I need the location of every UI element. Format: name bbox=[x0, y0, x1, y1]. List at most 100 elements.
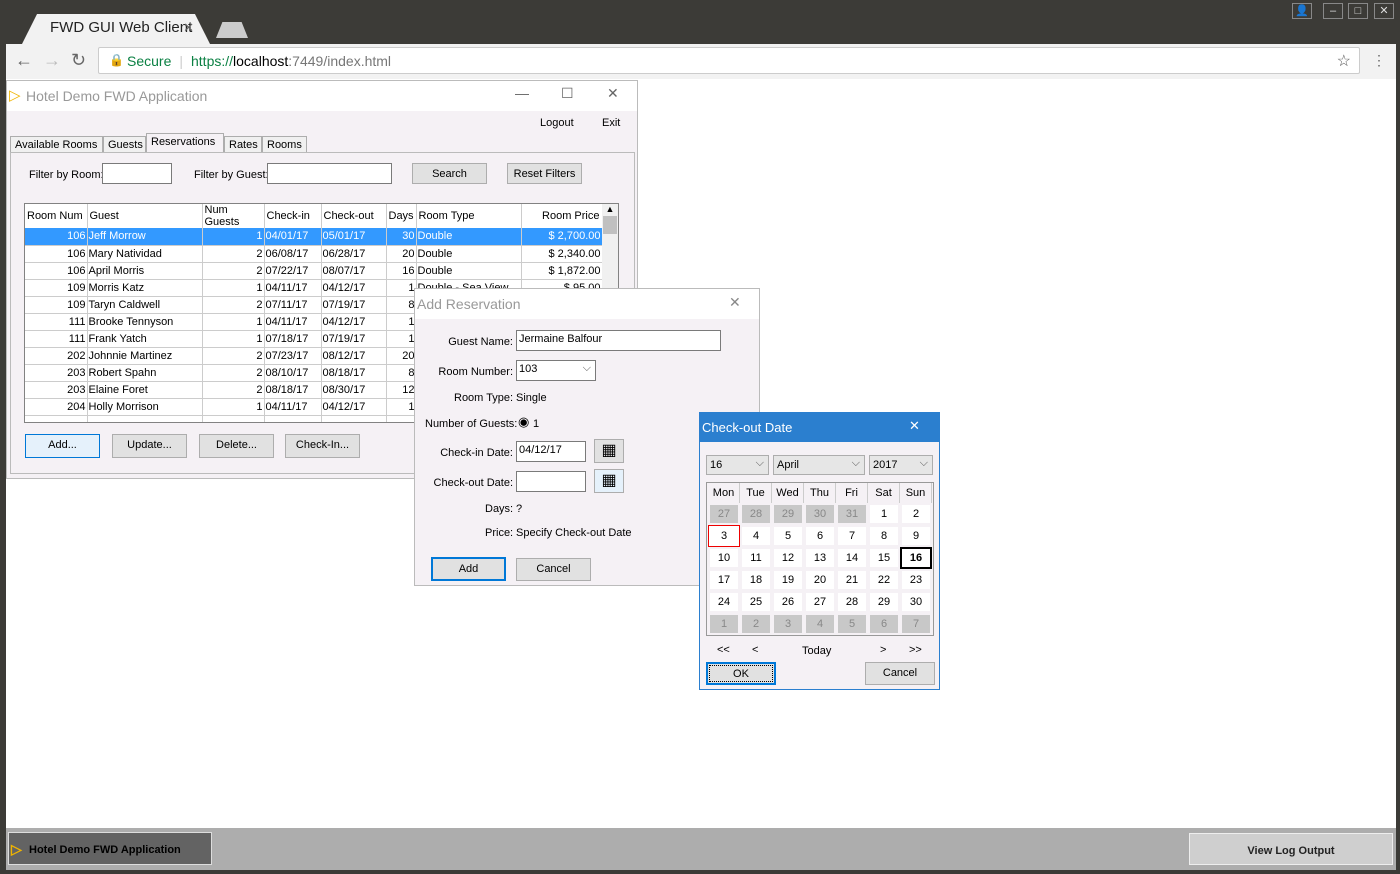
day-select[interactable]: 16 ⌵ bbox=[706, 455, 769, 475]
check-in-button[interactable]: Check-In... bbox=[285, 434, 360, 458]
search-button[interactable]: Search bbox=[412, 163, 487, 184]
minimize-icon[interactable]: – bbox=[1323, 3, 1343, 19]
close-icon[interactable]: ✕ bbox=[909, 418, 920, 434]
tab-rates[interactable]: Rates bbox=[224, 136, 262, 153]
browser-tab[interactable]: FWD GUI Web Client ✕ bbox=[22, 14, 210, 44]
calendar-day[interactable]: 25 bbox=[740, 591, 772, 613]
table-row[interactable]: 106 April Morris 2 07/22/17 08/07/17 16 Double… bbox=[25, 262, 603, 280]
tab-reservations[interactable]: Reservations bbox=[146, 133, 224, 153]
calendar-day[interactable]: 10 bbox=[708, 547, 740, 569]
calendar-day[interactable]: 31 bbox=[836, 503, 868, 525]
calendar-day[interactable]: 4 bbox=[740, 525, 772, 547]
ok-button[interactable]: OK bbox=[706, 662, 776, 685]
column-header[interactable]: Num Guests bbox=[202, 204, 265, 228]
check-in-date-input[interactable]: 04/12/17 bbox=[516, 441, 586, 462]
table-row[interactable]: 106 Mary Natividad 2 06/08/17 06/28/17 20 Doub… bbox=[25, 245, 603, 263]
calendar-day[interactable]: 30 bbox=[900, 591, 932, 613]
room-number-select[interactable]: 103 ⌵ bbox=[516, 360, 596, 381]
calendar-day[interactable]: 27 bbox=[708, 503, 740, 525]
cancel-button[interactable]: Cancel bbox=[865, 662, 935, 685]
scrollbar-thumb[interactable] bbox=[603, 216, 617, 234]
calendar-day[interactable]: 28 bbox=[836, 591, 868, 613]
forward-icon[interactable]: → bbox=[43, 50, 61, 71]
calendar-day[interactable]: 18 bbox=[740, 569, 772, 591]
calendar-day[interactable]: 22 bbox=[868, 569, 900, 591]
calendar-day[interactable]: 7 bbox=[836, 525, 868, 547]
calendar-day[interactable]: 2 bbox=[900, 503, 932, 525]
calendar-day[interactable]: 5 bbox=[772, 525, 804, 547]
maximize-icon[interactable]: ☐ bbox=[561, 85, 574, 102]
logout-menu[interactable]: Logout bbox=[540, 117, 574, 129]
calendar-icon[interactable]: ▦ bbox=[594, 469, 624, 493]
prev-year-button[interactable]: << bbox=[717, 644, 730, 656]
calendar-day[interactable]: 15 bbox=[868, 547, 900, 569]
calendar-day[interactable]: 6 bbox=[868, 613, 900, 635]
calendar-day[interactable]: 20 bbox=[804, 569, 836, 591]
add-reservation-button[interactable]: Add bbox=[431, 557, 506, 581]
table-row[interactable]: 106 Jeff Morrow 1 04/01/17 05/01/17 30 Double $… bbox=[25, 228, 603, 246]
back-icon[interactable]: ← bbox=[15, 50, 33, 71]
column-header[interactable]: Check-out bbox=[321, 204, 387, 228]
column-header[interactable]: Days bbox=[386, 204, 417, 228]
calendar-day[interactable]: 4 bbox=[804, 613, 836, 635]
calendar-day[interactable]: 6 bbox=[804, 525, 836, 547]
calendar-day[interactable]: 29 bbox=[868, 591, 900, 613]
guests-radio[interactable]: ◉ bbox=[518, 414, 529, 430]
column-header[interactable]: Check-in bbox=[264, 204, 322, 228]
tab-guests[interactable]: Guests bbox=[103, 136, 146, 153]
close-icon[interactable]: ✕ bbox=[607, 85, 619, 102]
column-header[interactable]: Room Type bbox=[416, 204, 522, 228]
bookmark-star-icon[interactable]: ☆ bbox=[1337, 51, 1351, 71]
close-icon[interactable]: ✕ bbox=[1374, 3, 1394, 19]
calendar-day[interactable]: 11 bbox=[740, 547, 772, 569]
tab-available-rooms[interactable]: Available Rooms bbox=[10, 136, 103, 153]
column-header[interactable]: Guest bbox=[87, 204, 203, 228]
calendar-day[interactable]: 21 bbox=[836, 569, 868, 591]
calendar-day[interactable]: 16 bbox=[900, 547, 932, 569]
next-year-button[interactable]: >> bbox=[909, 644, 922, 656]
address-bar[interactable]: 🔒 Secure | https://localhost:7449/index.htm… bbox=[98, 47, 1360, 74]
scroll-up-icon[interactable]: ▲ bbox=[602, 204, 618, 214]
calendar-day[interactable]: 23 bbox=[900, 569, 932, 591]
taskbar-app-button[interactable]: ▷ Hotel Demo FWD Application bbox=[8, 832, 212, 865]
calendar-day[interactable]: 7 bbox=[900, 613, 932, 635]
month-select[interactable]: April ⌵ bbox=[773, 455, 865, 475]
reset-filters-button[interactable]: Reset Filters bbox=[507, 163, 582, 184]
calendar-day[interactable]: 12 bbox=[772, 547, 804, 569]
maximize-icon[interactable]: □ bbox=[1348, 3, 1368, 19]
column-header[interactable]: Room Num bbox=[25, 204, 88, 228]
calendar-day[interactable]: 28 bbox=[740, 503, 772, 525]
calendar-day[interactable]: 14 bbox=[836, 547, 868, 569]
calendar-day[interactable]: 5 bbox=[836, 613, 868, 635]
tab-rooms[interactable]: Rooms bbox=[262, 136, 307, 153]
view-log-output-button[interactable]: View Log Output bbox=[1189, 833, 1393, 865]
delete-button[interactable]: Delete... bbox=[199, 434, 274, 458]
calendar-day[interactable]: 3 bbox=[772, 613, 804, 635]
close-icon[interactable]: ✕ bbox=[729, 294, 741, 311]
calendar-icon[interactable]: ▦ bbox=[594, 439, 624, 463]
reload-icon[interactable]: ↻ bbox=[71, 50, 86, 71]
exit-menu[interactable]: Exit bbox=[602, 117, 620, 129]
calendar-day[interactable]: 3 bbox=[708, 525, 740, 547]
user-icon[interactable]: 👤 bbox=[1292, 3, 1312, 19]
calendar-day[interactable]: 13 bbox=[804, 547, 836, 569]
calendar-day[interactable]: 29 bbox=[772, 503, 804, 525]
check-out-date-input[interactable] bbox=[516, 471, 586, 492]
next-month-button[interactable]: > bbox=[880, 644, 886, 656]
calendar-day[interactable]: 30 bbox=[804, 503, 836, 525]
tab-close-icon[interactable]: ✕ bbox=[183, 20, 194, 36]
calendar-day[interactable]: 9 bbox=[900, 525, 932, 547]
calendar-day[interactable]: 24 bbox=[708, 591, 740, 613]
guest-name-input[interactable]: Jermaine Balfour bbox=[516, 330, 721, 351]
update-button[interactable]: Update... bbox=[112, 434, 187, 458]
today-button[interactable]: Today bbox=[802, 645, 831, 657]
calendar-day[interactable]: 27 bbox=[804, 591, 836, 613]
calendar-day[interactable]: 19 bbox=[772, 569, 804, 591]
minimize-icon[interactable]: — bbox=[515, 85, 529, 101]
calendar-day[interactable]: 1 bbox=[708, 613, 740, 635]
calendar-day[interactable]: 8 bbox=[868, 525, 900, 547]
add-button[interactable]: Add... bbox=[25, 434, 100, 458]
calendar-day[interactable]: 2 bbox=[740, 613, 772, 635]
calendar-day[interactable]: 26 bbox=[772, 591, 804, 613]
year-select[interactable]: 2017 ⌵ bbox=[869, 455, 933, 475]
